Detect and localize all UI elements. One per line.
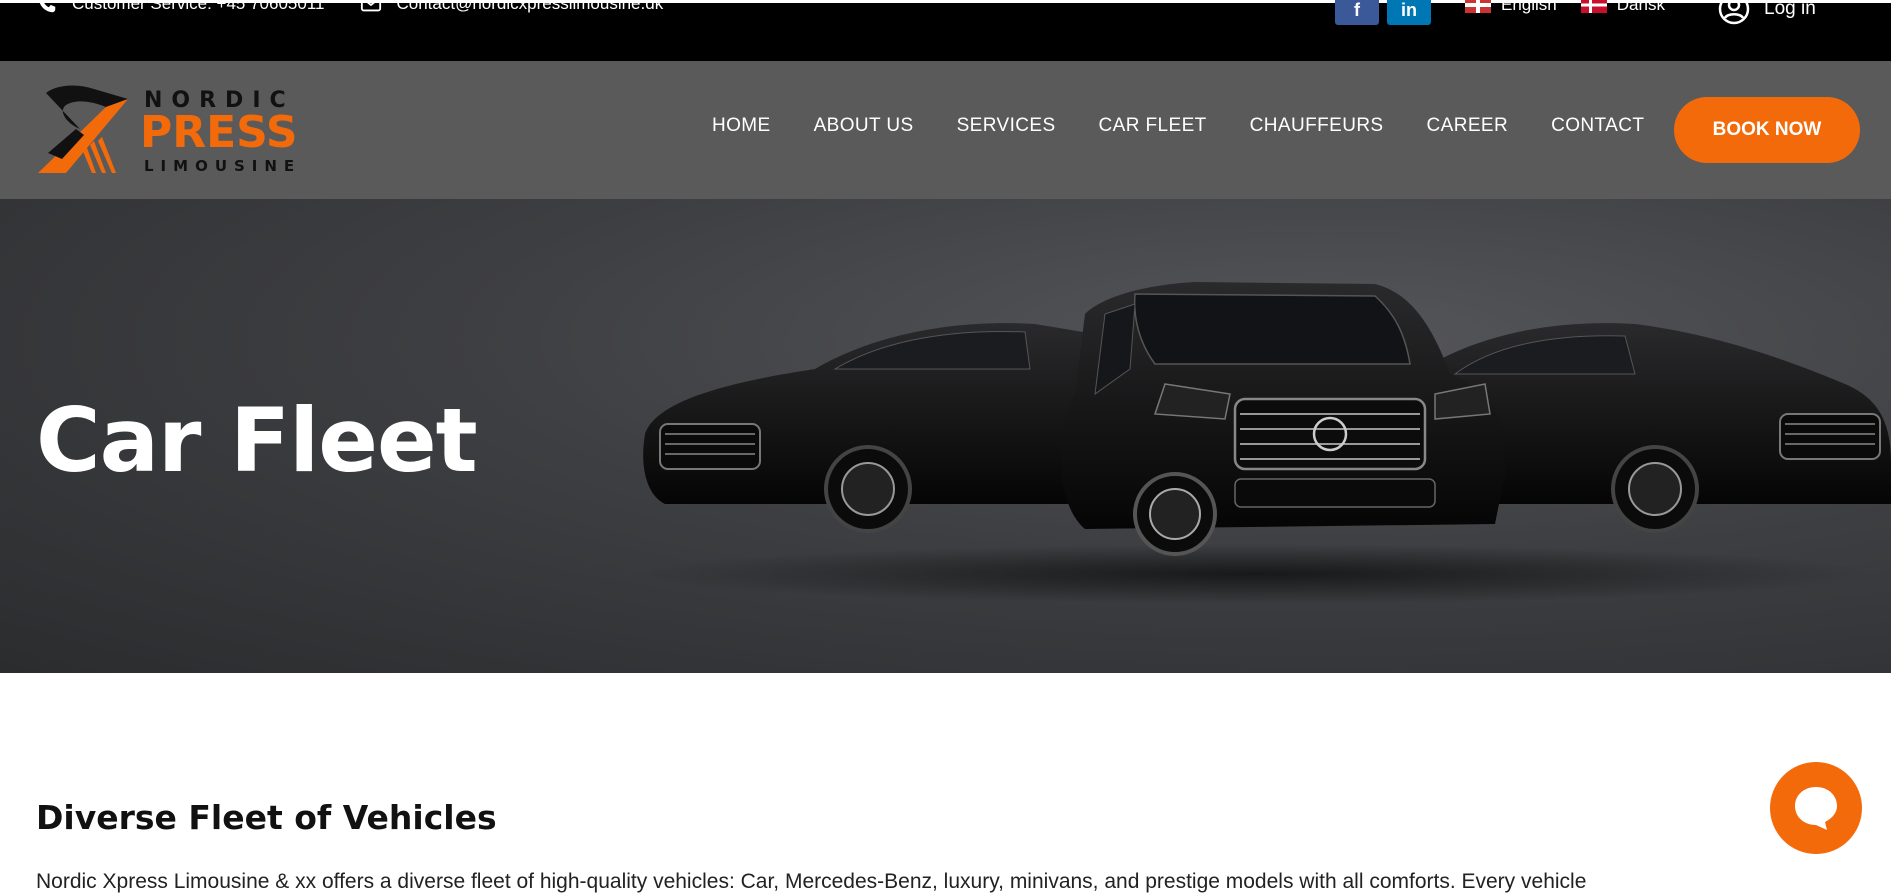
nav-car-fleet[interactable]: CAR FLEET (1099, 115, 1207, 137)
content-section: Diverse Fleet of Vehicles Nordic Xpress … (0, 673, 1891, 893)
social-links: f in (1335, 0, 1431, 25)
facebook-icon[interactable]: f (1335, 0, 1379, 25)
nav-contact[interactable]: CONTACT (1551, 115, 1644, 137)
dk-flag-icon (1580, 0, 1607, 13)
section-paragraph: Nordic Xpress Limousine & xx offers a di… (36, 870, 1587, 893)
main-navbar: NORDIC PRESS LIMOUSINE HOME ABOUT US SER… (0, 61, 1891, 199)
phone-contact[interactable]: Customer Service: +45 70605011 (36, 0, 324, 15)
mail-icon (361, 0, 382, 12)
linkedin-icon[interactable]: in (1387, 0, 1431, 25)
nav-services[interactable]: SERVICES (957, 115, 1056, 137)
language-danish-label: Dansk (1616, 0, 1665, 14)
nav-about-us[interactable]: ABOUT US (814, 115, 914, 137)
uk-flag-icon (1465, 0, 1491, 13)
page-title: Car Fleet (36, 389, 478, 492)
user-icon (1718, 0, 1750, 25)
section-heading: Diverse Fleet of Vehicles (36, 798, 497, 837)
brand-line3: LIMOUSINE (144, 157, 300, 175)
nav-chauffeurs[interactable]: CHAUFFEURS (1250, 115, 1384, 137)
nav-home[interactable]: HOME (712, 115, 771, 137)
brand-line2: PRESS (140, 107, 298, 158)
car-fleet-image (635, 282, 1891, 604)
language-english-label: English (1501, 0, 1557, 14)
top-bar: Customer Service: +45 70605011 Contact@n… (0, 0, 1891, 61)
phone-icon (38, 0, 56, 13)
contact-info: Customer Service: +45 70605011 Contact@n… (36, 0, 685, 15)
hero-banner: Car Fleet (0, 199, 1891, 673)
brand-logo[interactable]: NORDIC PRESS LIMOUSINE (36, 83, 300, 175)
phone-label: Customer Service: +45 70605011 (72, 0, 325, 13)
nav-career[interactable]: CAREER (1427, 115, 1509, 137)
chat-bubble-icon (1795, 787, 1837, 830)
primary-nav: HOME ABOUT US SERVICES CAR FLEET CHAUFFE… (712, 115, 1687, 137)
login-link[interactable]: Log in (1718, 0, 1816, 25)
email-label: Contact@nordicxpresslimousine.dk (396, 0, 664, 13)
login-label: Log in (1764, 0, 1816, 19)
language-english[interactable]: English (1465, 0, 1557, 15)
book-now-button[interactable]: BOOK NOW (1674, 97, 1860, 163)
language-switcher: English Dansk (1465, 0, 1665, 15)
language-danish[interactable]: Dansk (1580, 0, 1665, 15)
email-contact[interactable]: Contact@nordicxpresslimousine.dk (360, 0, 663, 15)
chat-button[interactable] (1770, 762, 1862, 854)
